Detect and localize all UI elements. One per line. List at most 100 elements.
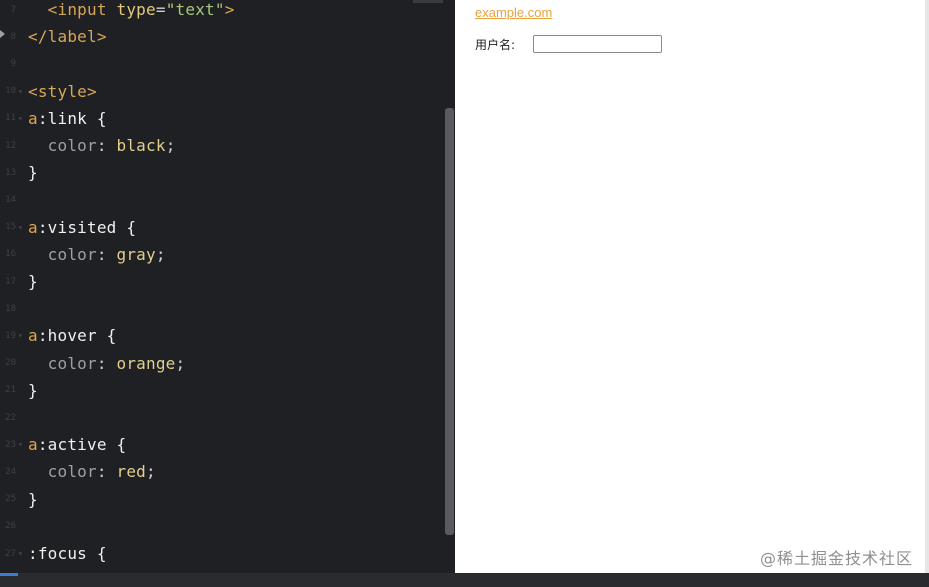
code-token: </label>: [28, 27, 107, 47]
code-token: =: [155, 0, 166, 19]
code-line[interactable]: 21}: [0, 377, 445, 404]
code-line[interactable]: 7 <input type="text">: [0, 0, 445, 23]
code-token: color: [47, 136, 97, 155]
code-text: a:hover {: [28, 326, 117, 345]
fold-toggle-icon[interactable]: ▾: [18, 331, 28, 340]
video-progress-bar[interactable]: [0, 573, 929, 587]
code-editor[interactable]: 7 <input type="text"> 8 </label> 9 10 ▾ <style…: [0, 0, 455, 573]
code-text: }: [28, 381, 38, 400]
code-line[interactable]: 8 </label>: [0, 23, 445, 50]
line-number: 20: [5, 358, 16, 369]
code-token: color: [47, 353, 97, 373]
line-number: 25: [5, 494, 16, 505]
video-progress-fill: [0, 573, 18, 576]
fold-toggle-icon[interactable]: ▾: [18, 223, 28, 232]
fold-toggle-icon[interactable]: ▾: [18, 549, 28, 558]
code-token: ;: [146, 462, 156, 482]
editor-scrollbar-thumb[interactable]: [445, 108, 454, 535]
line-number: 21: [5, 385, 16, 396]
code-token: }: [28, 380, 38, 400]
code-text: a:visited {: [28, 218, 136, 237]
code-text: </label>: [28, 27, 107, 46]
fold-toggle-icon[interactable]: ▾: [18, 440, 28, 449]
code-text: }: [28, 272, 38, 291]
code-text: <input type="text">: [28, 0, 235, 19]
code-line[interactable]: 22: [0, 404, 445, 431]
code-token: ;: [175, 353, 186, 373]
fold-toggle-icon[interactable]: ▾: [18, 114, 28, 123]
code-line[interactable]: 27 ▾:focus {: [0, 540, 445, 567]
code-token: ;: [165, 136, 176, 155]
editor-tab-indicator: [413, 0, 443, 3]
code-line[interactable]: 23 ▾ a:active {: [0, 431, 445, 458]
code-token: a: [28, 108, 38, 128]
code-line[interactable]: 25}: [0, 486, 445, 513]
line-number: 16: [5, 249, 16, 260]
code-text: color: red;: [28, 462, 156, 481]
code-line[interactable]: 11 ▾ a:link {: [0, 105, 445, 132]
code-token: a: [28, 435, 38, 455]
code-text: <style>: [28, 82, 97, 101]
code-line[interactable]: 18: [0, 295, 445, 322]
watermark-text: @稀土掘金技术社区: [759, 549, 913, 568]
code-line[interactable]: 20 color: orange;: [0, 350, 445, 377]
example-link[interactable]: example.com: [475, 5, 552, 20]
code-token: color: [47, 462, 97, 482]
code-token: :: [96, 244, 117, 264]
code-token: type: [116, 0, 156, 19]
code-text: }: [28, 163, 38, 182]
line-number: 26: [5, 521, 16, 532]
code-token: }: [28, 163, 38, 183]
code-line[interactable]: 14: [0, 186, 445, 213]
line-number: 19: [5, 330, 16, 341]
code-token: >: [224, 0, 235, 19]
username-input[interactable]: [533, 35, 662, 53]
line-number: 24: [5, 466, 16, 477]
code-token: color: [47, 244, 97, 264]
line-number: 18: [5, 303, 16, 314]
username-label: 用户名:: [475, 38, 516, 52]
code-line[interactable]: 24 color: red;: [0, 458, 445, 485]
code-token: :: [96, 353, 117, 373]
line-number: 23: [5, 439, 16, 450]
code-line[interactable]: 15 ▾ a:visited {: [0, 214, 445, 241]
line-number: 13: [5, 167, 16, 178]
code-token: :active {: [37, 435, 127, 455]
window-edge: [925, 0, 929, 573]
code-line[interactable]: 19 ▾ a:hover {: [0, 322, 445, 349]
line-number: 12: [5, 140, 16, 151]
line-number: 22: [5, 412, 16, 423]
preview-pane: example.com 用户名:: [455, 0, 929, 573]
code-line[interactable]: 26: [0, 513, 445, 540]
code-token: :visited {: [37, 217, 137, 237]
code-line[interactable]: 17}: [0, 268, 445, 295]
code-token: a: [28, 326, 38, 346]
line-number: 11: [5, 113, 16, 124]
code-text: a:link {: [28, 109, 107, 128]
code-token: <input: [47, 0, 117, 19]
code-line[interactable]: 16 color: gray;: [0, 241, 445, 268]
code-text: a:active {: [28, 435, 126, 454]
line-number: 14: [5, 194, 16, 205]
code-token: "text": [165, 0, 225, 19]
code-token: :: [96, 136, 117, 155]
code-token: }: [28, 272, 38, 291]
code-token: :focus {: [28, 544, 107, 563]
line-number: 9: [10, 58, 16, 69]
code-line[interactable]: 12 color: black;: [0, 132, 445, 159]
code-token: ;: [155, 244, 166, 264]
code-line[interactable]: 10 ▾ <style>: [0, 78, 445, 105]
code-token: orange: [116, 353, 176, 373]
code-token: :link {: [37, 108, 107, 128]
fold-toggle-icon[interactable]: ▾: [18, 87, 28, 96]
code-line[interactable]: 13}: [0, 159, 445, 186]
code-line[interactable]: 9: [0, 50, 445, 77]
code-token: <style>: [28, 81, 97, 101]
code-token: gray: [116, 244, 156, 264]
line-number: 7: [10, 4, 16, 15]
code-token: red: [116, 462, 147, 482]
